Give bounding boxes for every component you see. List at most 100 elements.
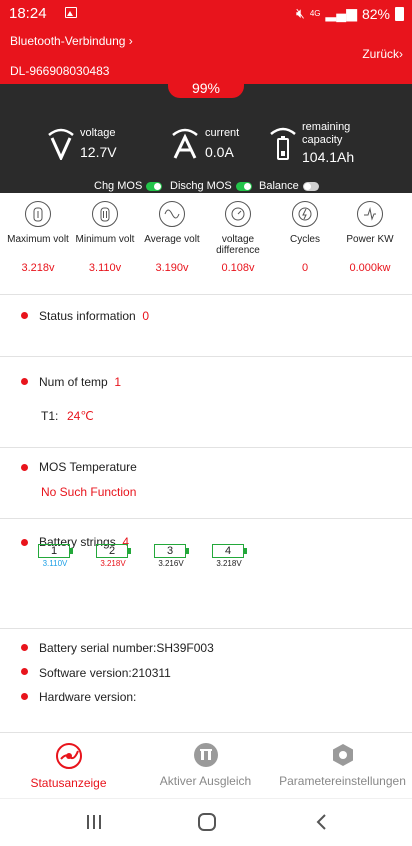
stat-power-kw: Power KW 0.000kw (336, 201, 404, 274)
bullet-icon (21, 464, 28, 471)
hardware-version: Hardware version: (39, 690, 137, 704)
bottom-tab-bar: Statusanzeige Aktiver Ausgleich Paramete… (0, 732, 412, 798)
sine-wave-icon (159, 201, 185, 227)
bluetooth-connection-label: Bluetooth-Verbindung (10, 34, 126, 48)
t1-label: T1: (41, 409, 59, 423)
stat-label: Power KW (346, 234, 394, 245)
balance-toggle[interactable] (302, 181, 319, 191)
stat-minimum-volt: Minimum volt 3.110v (71, 201, 139, 274)
t1-value: 24℃ (67, 409, 94, 423)
stat-label: Average volt (144, 234, 200, 245)
voltage-value: 12.7V (80, 144, 117, 160)
bullet-icon (21, 668, 28, 675)
balance-switch[interactable]: Balance (259, 180, 319, 192)
battery-percent: 82% (361, 5, 390, 22)
bullet-icon (21, 312, 28, 319)
chg-mos-toggle[interactable] (146, 181, 163, 191)
battery-cell: 3 3.216V (154, 544, 189, 568)
stat-label: Cycles (289, 234, 320, 245)
voltage-metric: voltage 12.7V (46, 124, 156, 168)
stat-maximum-volt: Maximum volt 3.218v (4, 201, 72, 274)
current-icon (172, 128, 198, 159)
num-of-temp-count: 1 (114, 375, 122, 389)
battery-cell-number: 2 (96, 544, 131, 558)
software-version: Software version:210311 (39, 666, 171, 680)
bullet-icon (21, 693, 28, 700)
back-button[interactable]: Zurück› (362, 47, 403, 61)
chg-mos-label: Chg MOS (94, 180, 143, 192)
battery-strings-section: Battery strings 4 1 3.110V 2 3.218V 3 3.216V 4… (0, 518, 412, 628)
device-id: DL-966908030483 (10, 64, 110, 78)
network-type: 4G (309, 8, 321, 18)
system-navigation-bar (0, 798, 412, 846)
mos-temperature-label: MOS Temperature (39, 460, 137, 474)
battery-min-icon (92, 201, 118, 227)
status-information-count: 0 (142, 309, 150, 323)
capacity-metric: remaining capacity 104.1Ah (268, 120, 388, 165)
stat-label: voltage difference (216, 234, 260, 256)
voltage-label: voltage (80, 127, 116, 139)
current-label: current (205, 127, 240, 139)
tab-statusanzeige[interactable]: Statusanzeige (0, 743, 137, 790)
home-icon[interactable] (195, 812, 219, 832)
chg-mos-switch[interactable]: Chg MOS (94, 180, 163, 192)
gallery-notification-icon (65, 7, 77, 18)
battery-cell-number: 4 (212, 544, 247, 558)
chevron-right-icon: › (128, 34, 133, 48)
mos-temperature-value: No Such Function (41, 485, 137, 499)
dischg-mos-label: Dischg MOS (170, 180, 232, 192)
battery-max-icon (25, 201, 51, 227)
tab-parametereinstellungen[interactable]: Parametereinstellungen (274, 743, 411, 788)
bluetooth-connection-link[interactable]: Bluetooth-Verbindung › (10, 34, 133, 48)
settings-hexagon-icon (331, 743, 355, 767)
back-nav-icon[interactable] (310, 812, 334, 832)
state-of-charge: 99% (168, 82, 244, 98)
dischg-mos-toggle[interactable] (235, 181, 252, 191)
recent-apps-icon[interactable] (82, 812, 106, 832)
gauge-icon (225, 201, 251, 227)
current-metric: current 0.0A (170, 124, 260, 168)
stat-average-volt: Average volt 3.190v (138, 201, 206, 274)
battery-cell-voltage: 3.110V (42, 559, 68, 568)
stat-value: 0.108v (221, 262, 255, 274)
chevron-right-icon: › (399, 47, 403, 61)
status-information-label: Status information 0 (39, 309, 150, 323)
battery-cell: 2 3.218V (96, 544, 131, 568)
device-info-section: Battery serial number:SH39F003 Software … (0, 628, 412, 732)
battery-cell: 1 3.110V (38, 544, 73, 568)
battery-cell-voltage: 3.218V (100, 559, 126, 568)
cell-statistics: Maximum volt 3.218v Minimum volt 3.110v … (0, 193, 412, 286)
cycle-icon (292, 201, 318, 227)
capacity-value: 104.1Ah (302, 149, 355, 165)
tab-aktiver-ausgleich[interactable]: Aktiver Ausgleich (137, 743, 274, 788)
tab-label: Statusanzeige (30, 776, 107, 790)
tab-label: Aktiver Ausgleich (159, 774, 252, 788)
battery-cell-number: 1 (38, 544, 73, 558)
mute-icon: 🔇︎ (296, 5, 305, 21)
dashboard-icon (55, 743, 82, 769)
back-label: Zurück (362, 47, 399, 61)
current-value: 0.0A (205, 144, 234, 160)
capacity-label: remaining capacity (302, 121, 351, 146)
stat-voltage-difference: voltage difference 0.108v (204, 201, 272, 274)
tab-label: Parametereinstellungen (279, 774, 406, 788)
battery-cell-voltage: 3.216V (158, 559, 184, 568)
battery-cell-voltage: 3.218V (216, 559, 242, 568)
voltage-icon (48, 128, 74, 160)
stat-value: 3.110v (88, 262, 122, 274)
stat-value: 3.190v (155, 262, 189, 274)
status-icons: 🔇︎ 4G ▂▄▆ 82% (296, 5, 404, 22)
battery-icon (395, 6, 404, 21)
balance-icon (193, 743, 218, 767)
bullet-icon (21, 644, 28, 651)
temperature-section: Num of temp 1 T1: 24℃ (0, 356, 412, 447)
dischg-mos-switch[interactable]: Dischg MOS (170, 180, 252, 192)
stat-label: Minimum volt (75, 234, 135, 245)
status-information-section: Status information 0 (0, 294, 412, 356)
capacity-icon (270, 127, 296, 160)
stat-cycles: Cycles 0 (271, 201, 339, 274)
serial-number: Battery serial number:SH39F003 (39, 641, 214, 655)
clock: 18:24 (9, 5, 47, 22)
cell-list: 1 3.110V 2 3.218V 3 3.216V 4 3.218V (0, 544, 412, 584)
battery-cell: 4 3.218V (212, 544, 247, 568)
